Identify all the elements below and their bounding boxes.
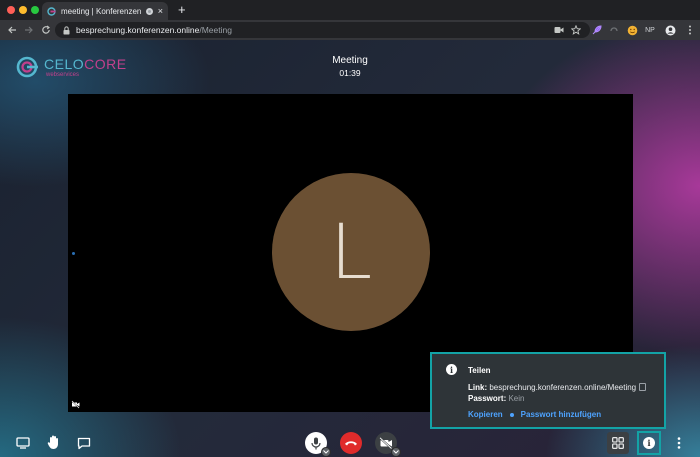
lock-icon bbox=[63, 25, 70, 35]
tile-view-button[interactable] bbox=[607, 432, 629, 454]
info-button[interactable]: i bbox=[637, 431, 661, 455]
popup-title: Teilen bbox=[468, 366, 491, 375]
favicon-icon bbox=[47, 6, 56, 16]
password-value: Kein bbox=[508, 394, 525, 403]
forward-icon[interactable] bbox=[23, 24, 34, 35]
tab-title: meeting | Konferenzen Online bbox=[61, 6, 144, 16]
browser-menu-icon[interactable] bbox=[684, 24, 696, 36]
participant-initial: L bbox=[329, 207, 373, 296]
reload-icon[interactable] bbox=[40, 24, 51, 35]
add-password-button[interactable]: Passwort hinzufügen bbox=[521, 410, 601, 419]
new-tab-button[interactable]: + bbox=[178, 3, 186, 16]
back-icon[interactable] bbox=[6, 24, 17, 35]
meeting-timer: 01:39 bbox=[339, 68, 361, 78]
chat-icon[interactable] bbox=[76, 436, 92, 450]
password-label: Passwort: bbox=[468, 394, 507, 403]
star-icon[interactable] bbox=[570, 24, 582, 36]
np-extension-icon[interactable]: NP bbox=[643, 24, 657, 36]
password-row: Passwort: Kein bbox=[468, 394, 524, 403]
copy-icon[interactable] bbox=[639, 383, 647, 391]
meeting-title: Meeting bbox=[332, 55, 368, 66]
camera-icon[interactable] bbox=[553, 24, 565, 36]
meeting-stage: CELOCORE webservices Meeting 01:39 L i T… bbox=[0, 40, 700, 457]
share-info-popup: i Teilen Link: besprechung.konferenzen.o… bbox=[430, 352, 666, 429]
link-row: Link: besprechung.konferenzen.online/Mee… bbox=[468, 383, 647, 392]
info-icon: i bbox=[643, 437, 655, 449]
hangup-button[interactable] bbox=[340, 432, 362, 454]
popup-actions: Kopieren Passwort hinzufügen bbox=[468, 410, 601, 419]
close-window-button[interactable] bbox=[7, 6, 15, 14]
link-label: Link: bbox=[468, 383, 488, 392]
url-host: besprechung.konferenzen.online bbox=[76, 25, 200, 35]
more-options-icon[interactable] bbox=[674, 436, 684, 450]
link-value[interactable]: besprechung.konferenzen.online/Meeting bbox=[489, 383, 636, 392]
address-bar[interactable]: besprechung.konferenzen.online/Meeting bbox=[55, 22, 590, 38]
copy-link-button[interactable]: Kopieren bbox=[468, 410, 503, 419]
url-path: /Meeting bbox=[199, 25, 232, 35]
camera-button[interactable] bbox=[375, 432, 401, 457]
muted-camera-indicator-icon bbox=[71, 400, 80, 409]
maximize-window-button[interactable] bbox=[31, 6, 39, 14]
speaker-indicator bbox=[72, 252, 75, 255]
recording-indicator-icon bbox=[145, 7, 153, 15]
microphone-icon bbox=[311, 437, 321, 449]
separator-dot bbox=[509, 412, 514, 417]
browser-titlebar: meeting | Konferenzen Online × + bbox=[0, 0, 700, 20]
screen-share-icon[interactable] bbox=[15, 436, 31, 450]
microphone-button[interactable] bbox=[305, 432, 331, 457]
feather-icon[interactable] bbox=[591, 24, 603, 36]
raise-hand-icon[interactable] bbox=[46, 433, 62, 451]
emoji-icon[interactable] bbox=[626, 24, 638, 36]
tile-view-icon bbox=[612, 437, 624, 449]
browser-tab[interactable]: meeting | Konferenzen Online × bbox=[42, 2, 168, 20]
camera-options-chevron-icon[interactable] bbox=[391, 447, 401, 457]
minimize-window-button[interactable] bbox=[19, 6, 27, 14]
browser-toolbar: besprechung.konferenzen.online/Meeting N… bbox=[0, 20, 700, 40]
info-icon: i bbox=[446, 364, 457, 375]
participant-avatar: L bbox=[272, 173, 430, 331]
tab-close-icon[interactable]: × bbox=[158, 6, 163, 16]
refresh-icon[interactable] bbox=[608, 24, 620, 36]
camera-off-icon bbox=[379, 437, 393, 449]
hangup-icon bbox=[345, 441, 357, 446]
microphone-options-chevron-icon[interactable] bbox=[321, 447, 331, 457]
profile-avatar-icon[interactable] bbox=[664, 24, 676, 36]
